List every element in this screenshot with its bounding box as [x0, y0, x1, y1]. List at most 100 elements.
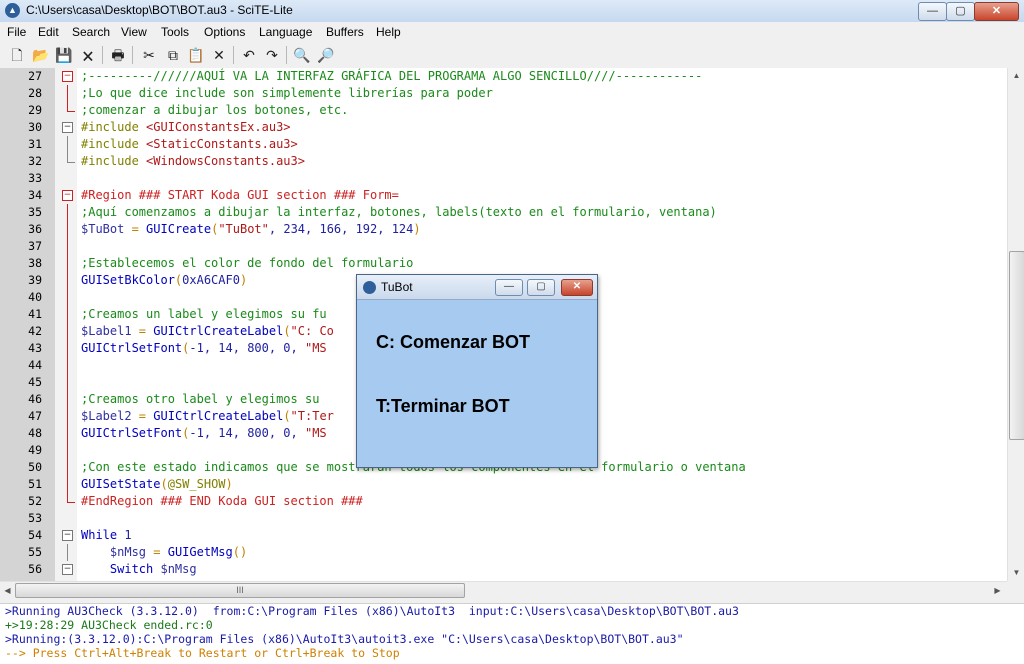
- code-text[interactable]: #EndRegion ### END Koda GUI section ###: [81, 493, 363, 510]
- code-line[interactable]: 37: [0, 238, 1007, 255]
- code-line[interactable]: 38 ;Establecemos el color de fondo del fo…: [0, 255, 1007, 272]
- code-text[interactable]: ;comenzar a dibujar los botones, etc.: [81, 102, 348, 119]
- menu-edit[interactable]: Edit: [38, 25, 59, 39]
- horizontal-scroll-thumb[interactable]: III: [15, 583, 465, 598]
- fold-guide: [67, 340, 68, 357]
- minimize-button[interactable]: —: [918, 2, 947, 21]
- code-text[interactable]: ;Creamos un label y elegimos su fu: [81, 306, 327, 323]
- menu-help[interactable]: Help: [376, 25, 401, 39]
- code-line[interactable]: 27 − ;---------//////AQUÍ VA LA INTERFAZ G…: [0, 68, 1007, 85]
- code-line[interactable]: 33: [0, 170, 1007, 187]
- scroll-down-icon[interactable]: ▼: [1011, 565, 1022, 580]
- code-line[interactable]: 32 #include <WindowsConstants.au3>: [0, 153, 1007, 170]
- output-pane[interactable]: >Running AU3Check (3.3.12.0) from:C:\Pro…: [0, 604, 1024, 664]
- scroll-right-icon[interactable]: ▶: [990, 583, 1005, 598]
- fold-toggle-icon[interactable]: −: [62, 122, 73, 133]
- code-text[interactable]: $TuBot = GUICreate("TuBot", 234, 166, 19…: [81, 221, 421, 238]
- code-text[interactable]: ;---------//////AQUÍ VA LA INTERFAZ GRÁF…: [81, 68, 702, 85]
- code-text[interactable]: GUICtrlSetFont(-1, 14, 800, 0, "MS: [81, 425, 327, 442]
- fold-toggle-icon[interactable]: −: [62, 190, 73, 201]
- code-line[interactable]: 30 − #include <GUIConstantsEx.au3>: [0, 119, 1007, 136]
- maximize-button[interactable]: ▢: [946, 2, 975, 21]
- tubot-close-button[interactable]: ✕: [561, 279, 593, 296]
- cut-icon[interactable]: ✂: [139, 45, 159, 65]
- open-folder-icon[interactable]: 📂: [31, 45, 51, 65]
- line-number: 47: [28, 409, 42, 423]
- code-text[interactable]: ;Creamos otro label y elegimos su: [81, 391, 327, 408]
- menu-view[interactable]: View: [121, 25, 147, 39]
- undo-icon[interactable]: ↶: [239, 45, 259, 65]
- code-text[interactable]: ;Lo que dice include son simplemente lib…: [81, 85, 493, 102]
- code-text[interactable]: ;Aquí comenzamos a dibujar la interfaz, …: [81, 204, 717, 221]
- horizontal-scrollbar[interactable]: ◀ III ▶: [0, 581, 1007, 599]
- code-token: #EndRegion ### END Koda GUI section ###: [81, 494, 363, 508]
- code-text[interactable]: ;Establecemos el color de fondo del form…: [81, 255, 413, 272]
- line-number: 49: [28, 443, 42, 457]
- code-text[interactable]: #include <GUIConstantsEx.au3>: [81, 119, 291, 136]
- code-line[interactable]: 28 ;Lo que dice include son simplemente l…: [0, 85, 1007, 102]
- paste-icon[interactable]: 📋: [186, 45, 206, 65]
- code-line[interactable]: 29 ;comenzar a dibujar los botones, etc.: [0, 102, 1007, 119]
- code-token: ;Creamos un label y elegimos su fu: [81, 307, 327, 321]
- menu-options[interactable]: Options: [204, 25, 245, 39]
- code-text[interactable]: While 1: [81, 527, 132, 544]
- code-text[interactable]: $Label1 = GUICtrlCreateLabel("C: Co: [81, 323, 334, 340]
- fold-toggle-icon[interactable]: −: [62, 564, 73, 575]
- code-line[interactable]: 53: [0, 510, 1007, 527]
- code-line[interactable]: 52 #EndRegion ### END Koda GUI section ##…: [0, 493, 1007, 510]
- menu-search[interactable]: Search: [72, 25, 110, 39]
- delete-icon[interactable]: ✕: [209, 45, 229, 65]
- redo-icon[interactable]: ↷: [262, 45, 282, 65]
- find-icon[interactable]: 🔍: [292, 45, 312, 65]
- fold-toggle-icon[interactable]: −: [62, 530, 73, 541]
- tubot-minimize-button[interactable]: —: [495, 279, 523, 296]
- code-line[interactable]: 35 ;Aquí comenzamos a dibujar la interfaz…: [0, 204, 1007, 221]
- line-number: 41: [28, 307, 42, 321]
- code-text[interactable]: $Label2 = GUICtrlCreateLabel("T:Ter: [81, 408, 334, 425]
- close-file-icon[interactable]: 🗙: [78, 45, 98, 65]
- menu-buffers[interactable]: Buffers: [326, 25, 364, 39]
- new-file-icon[interactable]: 🗋: [7, 45, 27, 65]
- code-token: =: [131, 324, 154, 338]
- code-text[interactable]: #include <StaticConstants.au3>: [81, 136, 298, 153]
- code-line[interactable]: 34 − #Region ### START Koda GUI section ##…: [0, 187, 1007, 204]
- line-number: 35: [28, 205, 42, 219]
- code-line[interactable]: 56 − Switch $nMsg: [0, 561, 1007, 578]
- tubot-window[interactable]: TuBot — ▢ ✕ C: Comenzar BOT T:Terminar B…: [356, 274, 598, 468]
- menu-tools[interactable]: Tools: [161, 25, 189, 39]
- code-token: "MS: [304, 426, 327, 440]
- code-text[interactable]: $nMsg = GUIGetMsg(): [81, 544, 247, 561]
- code-token: (): [232, 545, 248, 559]
- code-text[interactable]: GUICtrlSetFont(-1, 14, 800, 0, "MS: [81, 340, 327, 357]
- menu-file[interactable]: File: [7, 25, 26, 39]
- copy-icon[interactable]: ⧉: [163, 45, 183, 65]
- code-token: <WindowsConstants.au3>: [146, 154, 305, 168]
- print-icon[interactable]: 🖶: [108, 45, 128, 65]
- code-line[interactable]: 54 − While 1: [0, 527, 1007, 544]
- menu-language[interactable]: Language: [259, 25, 312, 39]
- line-number: 53: [28, 511, 42, 525]
- tubot-title-bar[interactable]: TuBot — ▢ ✕: [357, 275, 597, 300]
- code-text[interactable]: #Region ### START Koda GUI section ### F…: [81, 187, 399, 204]
- scroll-left-icon[interactable]: ◀: [0, 583, 15, 598]
- save-icon[interactable]: 💾: [54, 45, 74, 65]
- code-line[interactable]: 55 $nMsg = GUIGetMsg(): [0, 544, 1007, 561]
- fold-toggle-icon[interactable]: −: [62, 71, 73, 82]
- code-line[interactable]: 36 $TuBot = GUICreate("TuBot", 234, 166, …: [0, 221, 1007, 238]
- code-line[interactable]: 31 #include <StaticConstants.au3>: [0, 136, 1007, 153]
- code-text[interactable]: GUISetBkColor(0xA6CAF0): [81, 272, 247, 289]
- vertical-scrollbar[interactable]: ▲ ▼: [1007, 68, 1024, 581]
- code-text[interactable]: Switch $nMsg: [81, 561, 197, 578]
- vertical-scroll-thumb[interactable]: [1009, 251, 1024, 440]
- code-text[interactable]: GUISetState(@SW_SHOW): [81, 476, 233, 493]
- code-line[interactable]: 51 GUISetState(@SW_SHOW): [0, 476, 1007, 493]
- scroll-up-icon[interactable]: ▲: [1011, 68, 1022, 83]
- line-number: 45: [28, 375, 42, 389]
- line-number: 46: [28, 392, 42, 406]
- code-token: GUICtrlCreateLabel: [153, 409, 284, 423]
- tubot-maximize-button[interactable]: ▢: [527, 279, 555, 296]
- code-text[interactable]: #include <WindowsConstants.au3>: [81, 153, 305, 170]
- replace-icon[interactable]: 🔎: [316, 45, 336, 65]
- line-number: 39: [28, 273, 42, 287]
- close-button[interactable]: ✕: [974, 2, 1019, 21]
